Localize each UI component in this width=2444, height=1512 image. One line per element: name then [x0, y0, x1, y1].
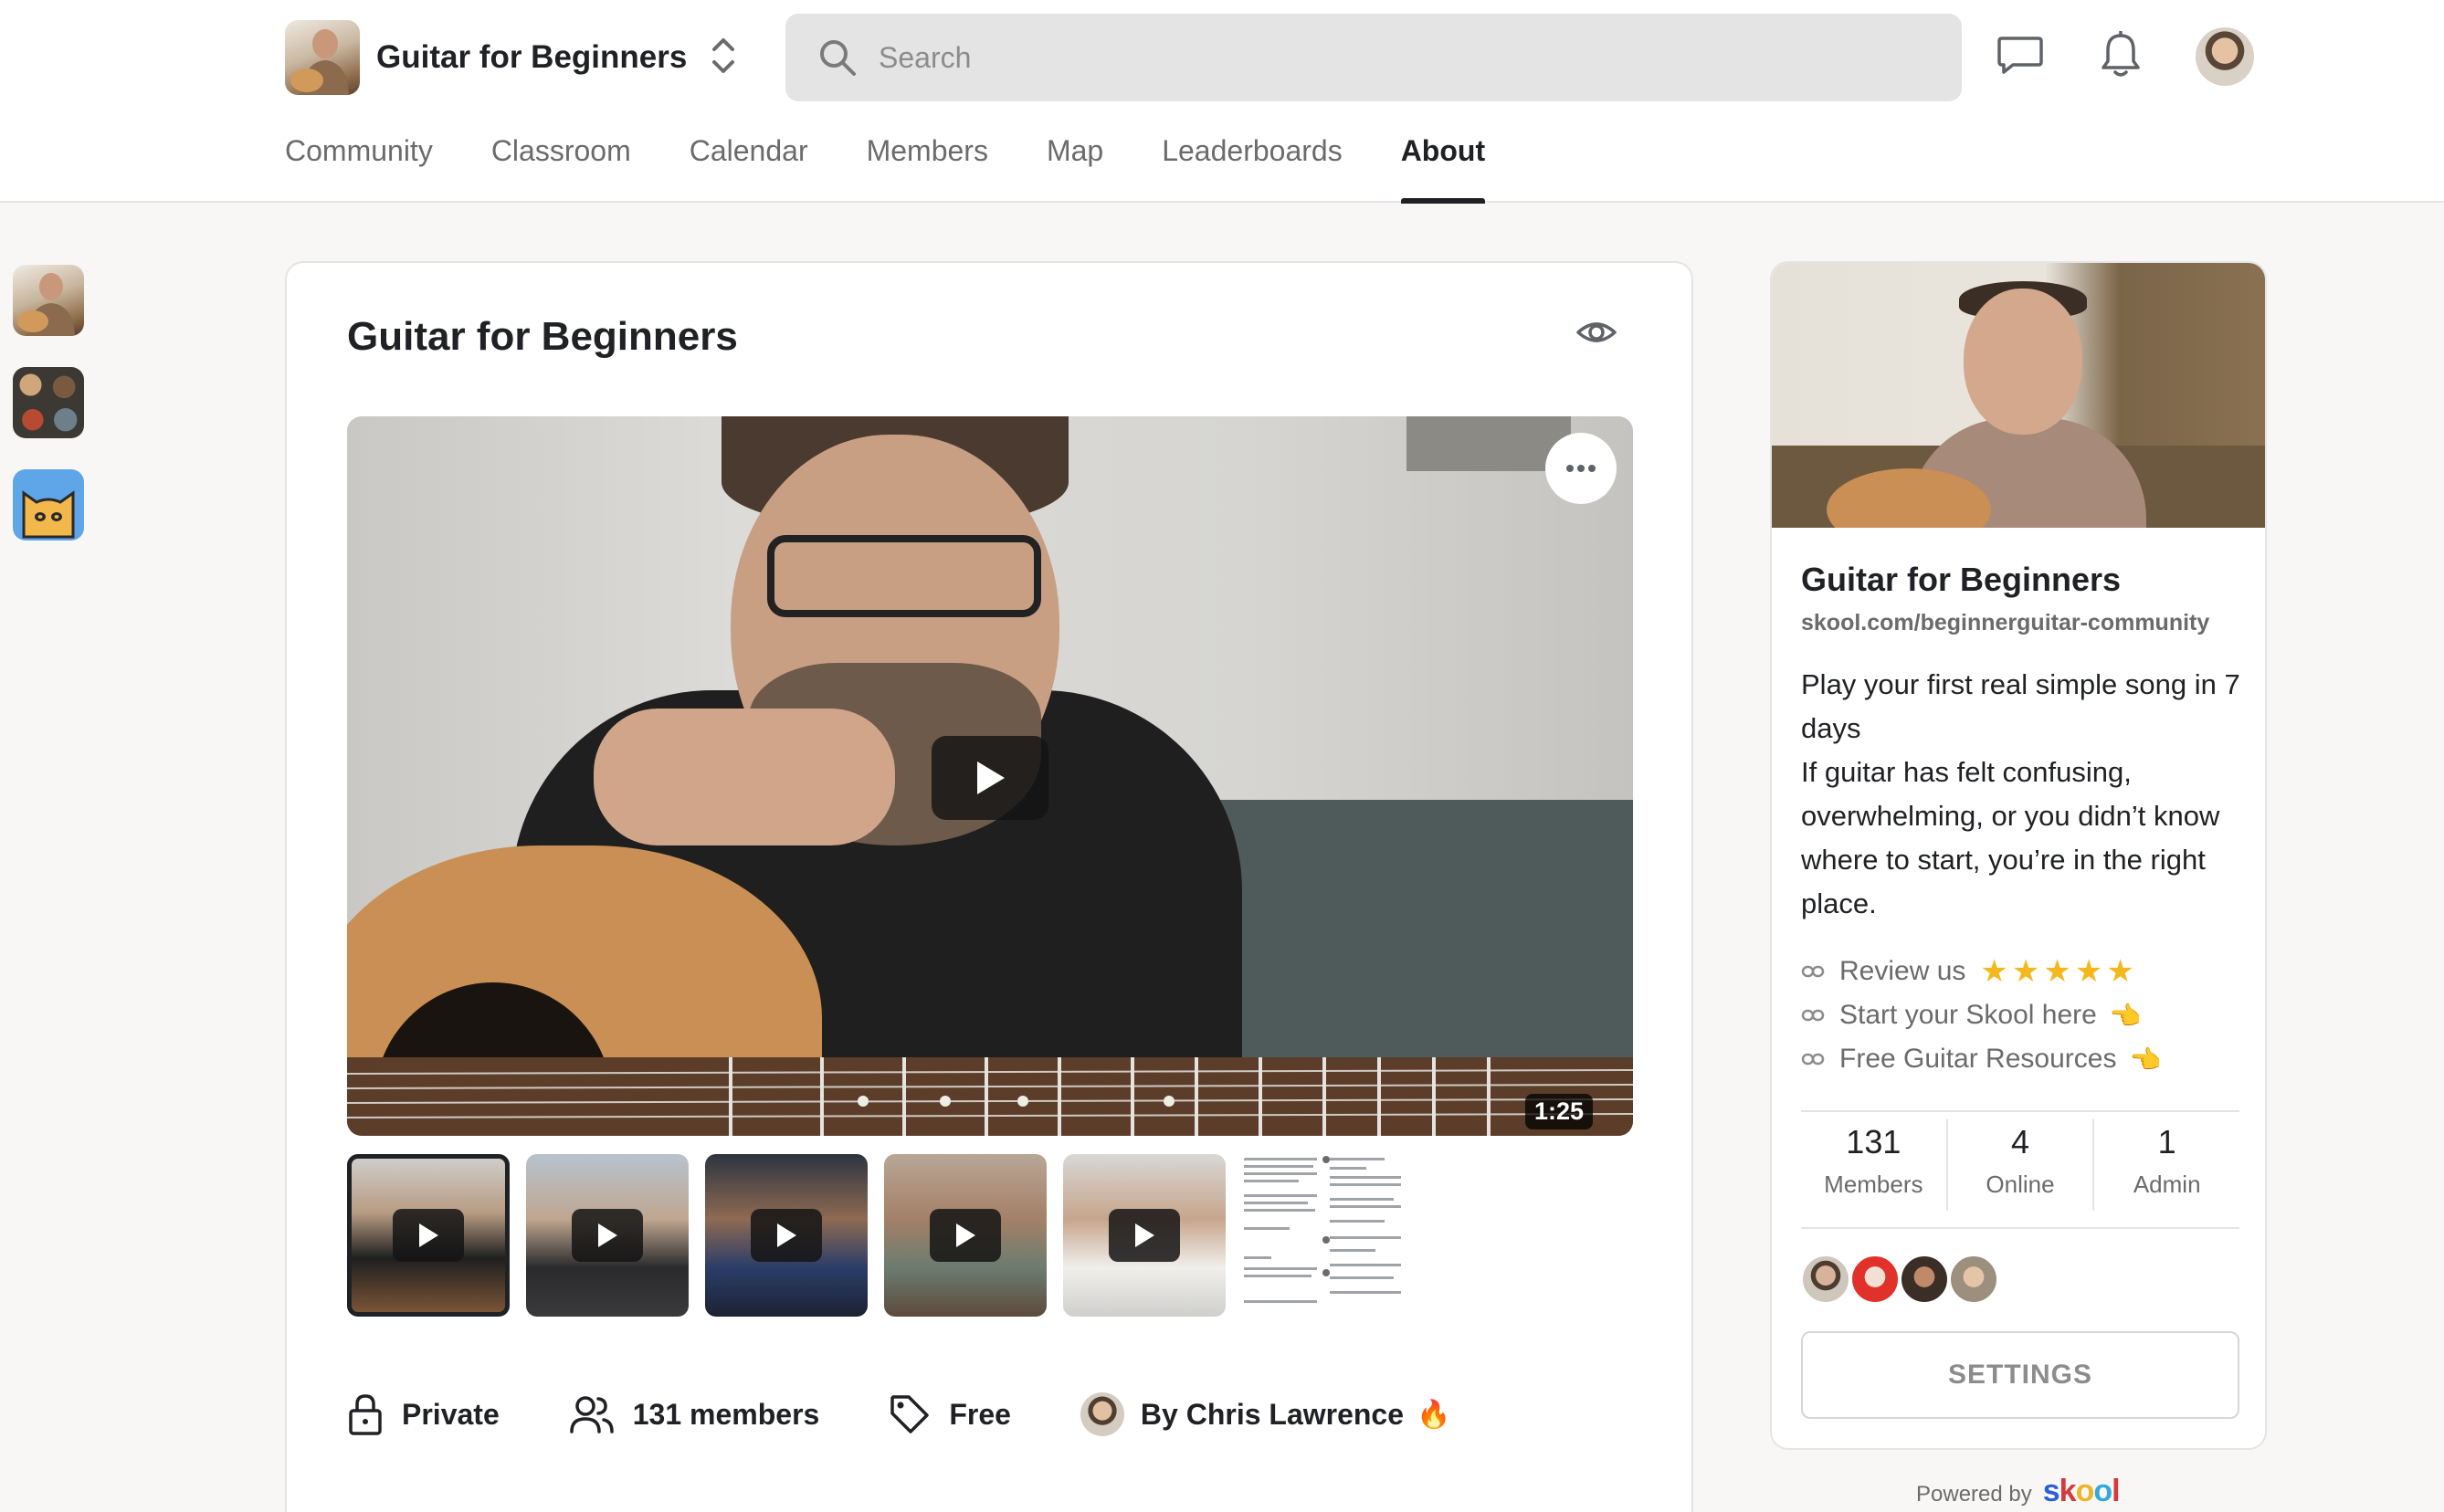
user-avatar[interactable] [2196, 27, 2254, 86]
privacy-info: Private [347, 1392, 500, 1436]
tab-about[interactable]: About [1400, 126, 1486, 204]
group-switcher[interactable]: Guitar for Beginners [285, 20, 687, 95]
chat-button[interactable] [1993, 27, 2048, 82]
group-logo [285, 20, 360, 95]
link-icon [1801, 1053, 1825, 1066]
play-icon [1109, 1209, 1180, 1262]
member-avatar[interactable] [1900, 1255, 1949, 1304]
stat-label: Members [1824, 1171, 1923, 1198]
search-input[interactable] [879, 40, 1883, 75]
group-links: Review us ★★★★★ Start your Skool here 👈 … [1801, 950, 2161, 1081]
media-thumbnail[interactable] [884, 1154, 1047, 1317]
group-cover-image [1772, 263, 2265, 528]
group-title: Guitar for Beginners [1801, 561, 2122, 598]
stat-label: Online [1986, 1171, 2055, 1198]
members-info: 131 members [569, 1394, 820, 1434]
link-review-us[interactable]: Review us ★★★★★ [1801, 950, 2161, 993]
owner-info[interactable]: By Chris Lawrence 🔥 [1080, 1392, 1450, 1436]
pointing-hand-icon: 👈 [2129, 1045, 2162, 1074]
tab-leaderboards[interactable]: Leaderboards [1162, 126, 1342, 203]
search-icon [820, 40, 856, 76]
group-description: Play your first real simple song in 7 da… [1801, 663, 2249, 926]
media-thumbnail[interactable] [1063, 1154, 1226, 1317]
price-info: Free [889, 1393, 1011, 1435]
search-bar[interactable] [785, 14, 1962, 101]
chat-icon [1997, 37, 2043, 74]
tab-classroom[interactable]: Classroom [491, 126, 631, 203]
eye-icon[interactable] [1575, 310, 1618, 354]
group-stats: 131 Members 4 Online 1 Admin [1801, 1119, 2239, 1211]
top-header: Guitar for Beginners Community Classroom… [0, 0, 2444, 204]
powered-by-footer[interactable]: Powered by skool [1916, 1474, 2121, 1509]
member-avatar[interactable] [1801, 1255, 1850, 1304]
divider [1801, 1227, 2239, 1229]
star-rating-icon: ★★★★★ [1980, 954, 2138, 989]
owner-avatar [1080, 1392, 1124, 1436]
link-icon [1801, 965, 1825, 978]
members-count-label: 131 members [632, 1397, 820, 1431]
link-start-here[interactable]: Start your Skool here 👈 [1801, 993, 2161, 1037]
link-icon [1801, 1009, 1825, 1022]
member-avatars [1801, 1255, 1998, 1304]
image-thumbnail[interactable] [1242, 1154, 1405, 1317]
page-title: Guitar for Beginners [347, 314, 738, 359]
tab-community[interactable]: Community [285, 126, 433, 203]
more-dots-icon [1566, 465, 1596, 472]
play-icon [977, 761, 1005, 794]
food-group-icon[interactable] [13, 367, 84, 438]
nav-tabs: Community Classroom Calendar Members Map… [285, 126, 1543, 204]
price-label: Free [949, 1397, 1011, 1431]
about-card: Guitar for Beginners 1:25 Private 131 me… [285, 261, 1693, 1512]
bell-icon [2102, 31, 2140, 77]
video-duration: 1:25 [1525, 1094, 1594, 1129]
lock-icon [349, 1394, 382, 1435]
play-icon [930, 1209, 1001, 1262]
link-label[interactable]: Start your Skool here [1839, 1000, 2097, 1031]
play-icon [751, 1209, 822, 1262]
privacy-label: Private [402, 1397, 500, 1431]
settings-button[interactable]: SETTINGS [1801, 1331, 2239, 1419]
cat-group-icon[interactable] [13, 469, 84, 541]
play-button[interactable] [932, 736, 1048, 820]
stat-value: 4 [2010, 1123, 2030, 1160]
media-thumbnail[interactable] [705, 1154, 868, 1317]
stat-value: 131 [1846, 1123, 1901, 1160]
link-free-resources[interactable]: Free Guitar Resources 👈 [1801, 1037, 2161, 1081]
guitar-group-icon[interactable] [13, 265, 84, 336]
tab-calendar[interactable]: Calendar [690, 126, 808, 203]
member-avatar[interactable] [1850, 1255, 1900, 1304]
owner-label[interactable]: By Chris Lawrence [1141, 1398, 1404, 1432]
member-avatar[interactable] [1949, 1255, 1998, 1304]
stat-admin[interactable]: 1 Admin [2094, 1119, 2239, 1211]
link-label[interactable]: Free Guitar Resources [1839, 1044, 2116, 1075]
group-url: skool.com/beginnerguitar-community [1801, 610, 2210, 635]
more-options-button[interactable] [1545, 433, 1617, 504]
media-thumbnail[interactable] [347, 1154, 510, 1317]
link-label[interactable]: Review us [1839, 956, 1965, 987]
stat-label: Admin [2133, 1171, 2201, 1198]
stat-members[interactable]: 131 Members [1801, 1119, 1948, 1211]
group-info-card: Guitar for Beginners skool.com/beginnerg… [1770, 261, 2267, 1450]
stat-value: 1 [2157, 1123, 2176, 1160]
tab-members[interactable]: Members [867, 126, 988, 203]
notifications-button[interactable] [2093, 27, 2148, 82]
skool-logo[interactable]: skool [2043, 1474, 2121, 1509]
stat-online[interactable]: 4 Online [1948, 1119, 2095, 1211]
members-icon [569, 1396, 614, 1433]
play-icon [572, 1209, 643, 1262]
group-meta: Private 131 members Free By Chris Lawren… [347, 1382, 1520, 1446]
group-name[interactable]: Guitar for Beginners [376, 39, 687, 76]
play-icon [393, 1209, 464, 1262]
pointing-hand-icon: 👈 [2109, 1001, 2142, 1030]
tag-icon [890, 1395, 930, 1433]
media-thumbnail[interactable] [526, 1154, 689, 1317]
divider [1801, 1110, 2239, 1112]
description-line: Play your first real simple song in 7 da… [1801, 668, 2240, 744]
intro-video[interactable]: 1:25 [347, 416, 1633, 1136]
description-line: If guitar has felt confusing, overwhelmi… [1801, 756, 2220, 919]
chevron-updown-icon[interactable] [705, 35, 742, 77]
tab-map[interactable]: Map [1047, 126, 1103, 203]
powered-by-label: Powered by [1916, 1482, 2032, 1507]
fire-icon: 🔥 [1417, 1399, 1451, 1430]
